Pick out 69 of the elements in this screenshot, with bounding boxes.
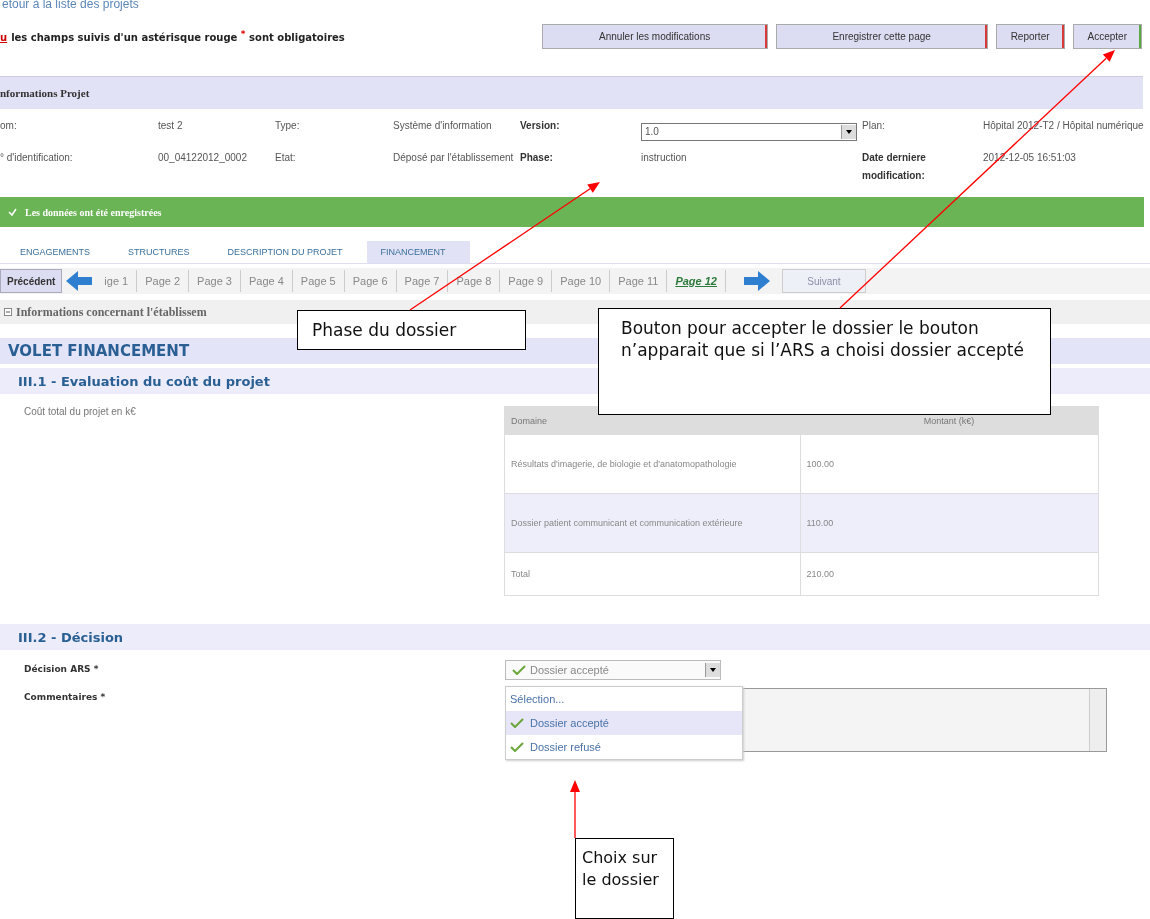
field-label: Commentaires *: [24, 691, 107, 704]
field-value: 00_04122012_0002: [158, 151, 248, 165]
field-value: test 2: [158, 119, 184, 133]
page-link[interactable]: Page 5: [292, 270, 345, 292]
previous-button[interactable]: Précédent: [0, 269, 63, 293]
page-link[interactable]: Page 6: [344, 270, 397, 292]
action-button[interactable]: Accepter: [1072, 23, 1142, 49]
pointer-arrow: [570, 780, 580, 839]
page-link[interactable]: ige 1: [96, 270, 138, 292]
tab[interactable]: FINANCEMENT: [366, 241, 470, 263]
back-link[interactable]: etour à la liste des projets: [0, 0, 1150, 12]
tab[interactable]: ENGAGEMENTS: [6, 241, 114, 263]
dropdown-icon: [841, 125, 856, 139]
page-link[interactable]: Page 10: [552, 270, 611, 292]
field-label: Date derniere modification:: [862, 151, 927, 183]
callout-note: Bouton pour accepter le dossier le bouton n’apparait que si l’ARS a choisi dossier accepté: [598, 308, 1051, 415]
action-button[interactable]: Annuler les modifications: [541, 23, 768, 49]
table-cell: 100.00: [800, 435, 1099, 494]
dropdown-option[interactable]: Dossier accepté: [506, 711, 742, 735]
action-button[interactable]: Enregistrer cette page: [775, 23, 988, 49]
callout-note: Choix sur le dossier: [575, 838, 674, 919]
required-marker: u: [0, 32, 8, 44]
dropdown-option[interactable]: Dossier refusé: [506, 735, 742, 759]
decision-select[interactable]: Dossier accepté: [505, 660, 721, 680]
scrollbar[interactable]: [1089, 689, 1106, 751]
field-label: Décision ARS *: [24, 663, 100, 676]
page-link[interactable]: Page 7: [396, 270, 449, 292]
field-label: ° d'identification:: [0, 151, 74, 165]
tab[interactable]: DESCRIPTION DU PROJET: [213, 241, 367, 263]
section-title: Informations concernant l'établissem: [16, 304, 207, 320]
left-arrow-icon[interactable]: [66, 271, 93, 291]
callout-note: Phase du dossier: [297, 310, 526, 350]
page-link[interactable]: Page 11: [610, 270, 668, 292]
field-value: Déposé par l'établissement: [393, 151, 515, 165]
check-icon: [510, 742, 524, 752]
table-cell: Résultats d'imagerie, de biologie et d'anatomopathologie: [504, 435, 800, 494]
collapse-icon[interactable]: [4, 308, 12, 316]
dropdown-option[interactable]: Sélection...: [506, 687, 742, 711]
page-link[interactable]: Page 8: [448, 270, 501, 292]
check-icon: [510, 718, 524, 728]
page-link[interactable]: Page 12: [667, 270, 726, 292]
field-label: Plan:: [862, 119, 886, 133]
page-link[interactable]: Page 9: [500, 270, 553, 292]
action-button[interactable]: Reporter: [995, 23, 1065, 49]
table-cell: 210.00: [800, 552, 1099, 596]
field-label: Etat:: [275, 151, 297, 165]
check-icon: [512, 665, 526, 675]
table-cell: Total: [504, 552, 800, 596]
check-icon: [8, 207, 17, 217]
version-select[interactable]: 1.0: [641, 123, 857, 141]
required-note: u les champs suivis d'un astérisque rouge $^{*}$ sont obligatoires: [0, 28, 346, 44]
field-label: Type:: [275, 119, 301, 133]
table-cell: Dossier patient communicant et communication extérieure: [504, 493, 800, 553]
field-label: Version:: [520, 119, 561, 133]
success-message: Les données ont été enregistrées: [25, 206, 162, 218]
right-arrow-icon[interactable]: [743, 271, 770, 291]
field-value: instruction: [641, 151, 688, 165]
cost-label: Coût total du projet en k€: [24, 406, 137, 419]
field-label: om:: [0, 119, 18, 133]
field-value: Système d'information: [393, 119, 493, 133]
page-link[interactable]: Page 2: [137, 270, 190, 292]
panel-title: nformations Projet: [0, 87, 90, 99]
tab[interactable]: STRUCTURES: [114, 241, 214, 263]
page-link[interactable]: Page 3: [189, 270, 241, 292]
field-label: Phase:: [520, 151, 554, 165]
table-cell: 110.00: [800, 493, 1099, 553]
subsection-title: III.2 - Décision: [0, 624, 1150, 650]
dropdown-icon: [705, 663, 720, 677]
page-link[interactable]: Page 4: [240, 270, 293, 292]
